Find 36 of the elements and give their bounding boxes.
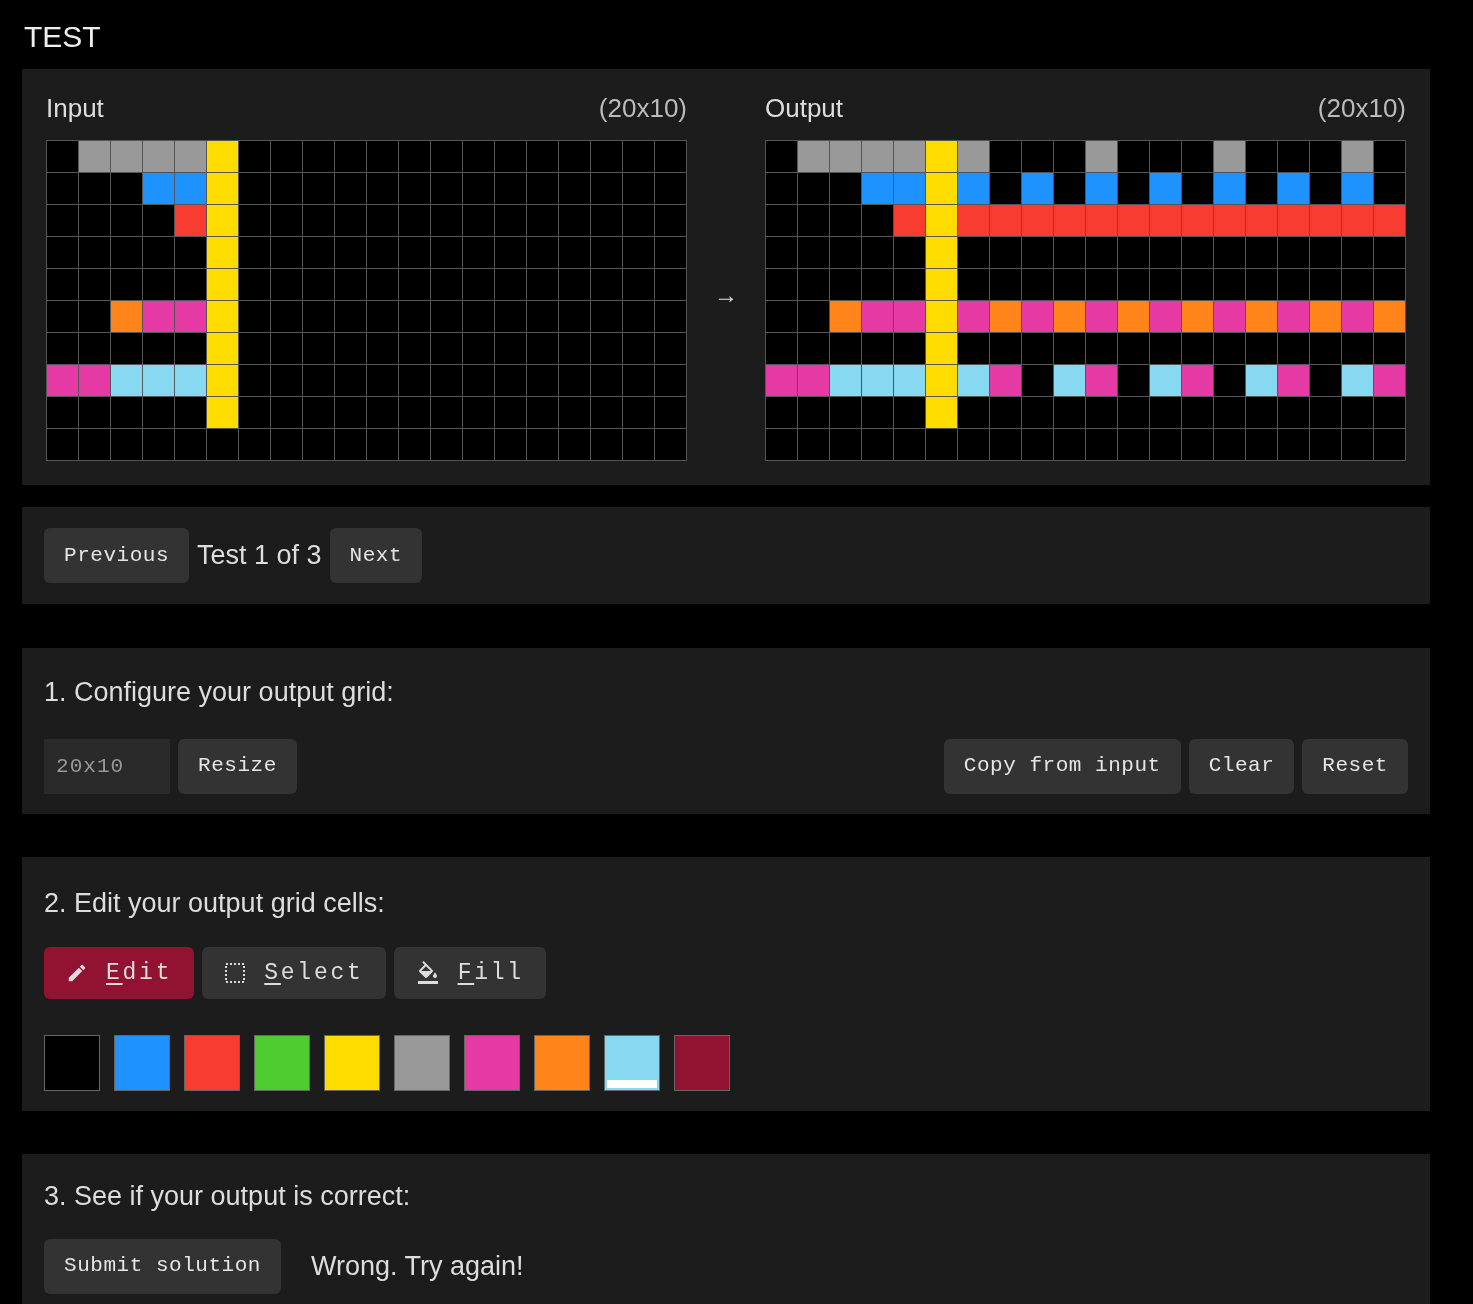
resize-button[interactable]: Resize xyxy=(178,738,297,794)
result-message: Wrong. Try again! xyxy=(310,1249,524,1283)
section-heading: 2. Edit your output grid cells: xyxy=(44,886,385,920)
color-swatch[interactable] xyxy=(674,1035,730,1091)
grid-label: Output xyxy=(765,92,844,125)
color-swatch[interactable] xyxy=(184,1035,240,1091)
color-swatch[interactable] xyxy=(604,1035,660,1091)
arrow-symbol: → xyxy=(714,280,738,310)
color-swatch[interactable] xyxy=(464,1035,520,1091)
color-swatch[interactable] xyxy=(254,1035,310,1091)
color-swatch[interactable] xyxy=(44,1035,100,1091)
color-swatch[interactable] xyxy=(114,1035,170,1091)
selected-indicator xyxy=(607,1080,657,1088)
submit-button[interactable]: Submit solution xyxy=(44,1238,281,1294)
grid-action-button[interactable]: Reset xyxy=(1302,738,1408,794)
size-input-field[interactable]: 20x10 xyxy=(44,738,170,794)
next-button[interactable]: Next xyxy=(329,528,423,583)
selection-icon xyxy=(224,962,247,984)
section-heading: 1. Configure your output grid: xyxy=(44,676,394,709)
color-swatch[interactable] xyxy=(324,1035,380,1091)
pencil-icon xyxy=(66,962,88,984)
grid-size: (20x10) xyxy=(598,92,687,125)
section-heading: 3. See if your output is correct: xyxy=(44,1180,411,1213)
color-swatch[interactable] xyxy=(394,1035,450,1091)
test-counter: Test 1 of 3 xyxy=(197,539,322,573)
previous-button[interactable]: Previous xyxy=(44,528,190,583)
tool-mode-button[interactable]: Edit xyxy=(44,947,195,999)
grid-action-button[interactable]: Clear xyxy=(1188,738,1295,794)
page-title: TEST xyxy=(23,19,101,55)
grid-size: (20x10) xyxy=(1317,92,1406,125)
grid-action-button[interactable]: Copy from input xyxy=(943,738,1181,794)
grid-label: Input xyxy=(46,92,104,125)
paint-bucket-icon xyxy=(415,961,440,985)
color-swatch[interactable] xyxy=(534,1035,590,1091)
tool-mode-button[interactable]: Select xyxy=(202,947,386,999)
tool-mode-button[interactable]: Fill xyxy=(393,947,546,999)
